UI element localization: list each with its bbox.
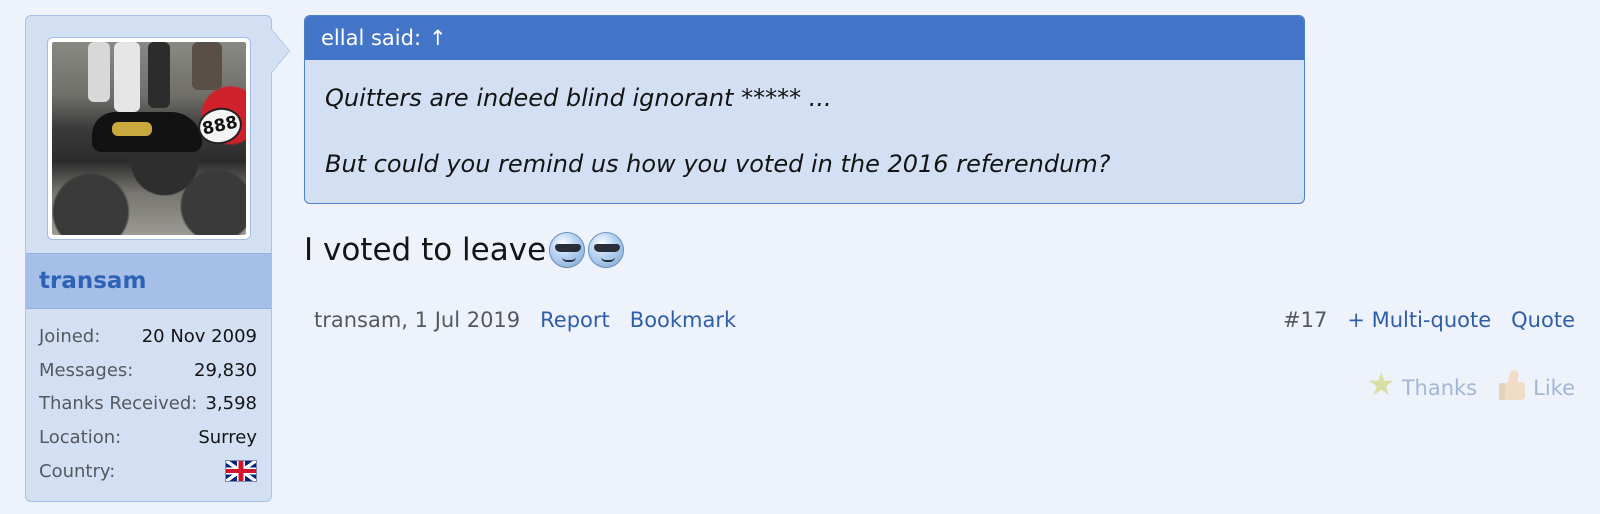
quote-block: ellal said: ↑ Quitters are indeed blind … [304,15,1305,204]
sidebar-pointer [271,29,289,73]
jump-to-quote-icon[interactable]: ↑ [429,26,447,50]
stat-label: Country: [39,460,116,482]
stat-label: Location: [39,427,122,449]
stat-country: Country: [39,454,257,488]
user-stats: Joined: 20 Nov 2009 Messages: 29,830 Tha… [39,320,257,488]
message-body: I voted to leave [304,232,625,268]
stat-label: Thanks Received: [39,393,198,415]
message-meta: transam, 1 Jul 2019 Report Bookmark [314,308,736,332]
stat-value: 3,598 [205,393,257,415]
avatar-person [148,42,170,108]
report-link[interactable]: Report [540,308,610,332]
message-text: I voted to leave [304,232,547,268]
smilie-glasses [594,244,621,252]
stat-value: 20 Nov 2009 [141,326,257,348]
user-panel: 888 transam Joined: 20 Nov 2009 Messages… [25,15,272,502]
smilie-mouth [562,257,577,262]
bookmark-link[interactable]: Bookmark [630,308,736,332]
stat-value[interactable]: 29,830 [194,360,257,381]
smilie-glasses [555,244,582,252]
stat-label: Messages: [39,359,134,381]
stat-value: Surrey [198,427,257,449]
post-number-link[interactable]: #17 [1283,308,1327,332]
stat-joined: Joined: 20 Nov 2009 [39,320,257,354]
avatar-number-plate: 888 [194,103,246,149]
like-label: Like [1533,376,1575,400]
stat-messages: Messages: 29,830 [39,354,257,388]
author-date[interactable]: transam, 1 Jul 2019 [314,308,520,332]
avatar-frame[interactable]: 888 [47,37,251,240]
star-icon: ★ [1367,365,1396,403]
thumbs-up-icon [1499,369,1527,400]
quote-header: ellal said: ↑ [305,16,1304,60]
username-link[interactable]: transam [39,268,146,294]
avatar[interactable]: 888 [52,42,246,235]
avatar-person [192,42,222,90]
like-button[interactable]: Like [1499,368,1575,400]
avatar-person [88,42,110,102]
message-actions: #17 + Multi-quote Quote [1283,308,1575,332]
thanks-label: Thanks [1401,376,1478,400]
quote-attribution: ellal said: [321,26,422,50]
avatar-person [114,42,140,112]
smilie-mouth [601,257,616,262]
cool-smilie-icon [549,232,586,268]
quote-button[interactable]: Quote [1511,308,1575,332]
username-bar: transam [26,253,271,309]
quote-body: Quitters are indeed blind ignorant *****… [305,60,1304,181]
multi-quote-button[interactable]: + Multi-quote [1347,308,1491,332]
stat-location: Location: Surrey [39,421,257,455]
stat-label: Joined: [39,326,101,348]
quote-line: Quitters are indeed blind ignorant *****… [325,84,832,112]
stat-thanks-received: Thanks Received: 3,598 [39,387,257,421]
cool-smilie-icon [588,232,625,268]
quote-line: But could you remind us how you voted in… [325,150,1111,178]
reactions: ★ Thanks Like [1367,368,1575,400]
avatar-motorcycle-stripe [112,122,152,136]
uk-flag-icon [225,460,257,483]
thanks-button[interactable]: ★ Thanks [1367,368,1477,400]
